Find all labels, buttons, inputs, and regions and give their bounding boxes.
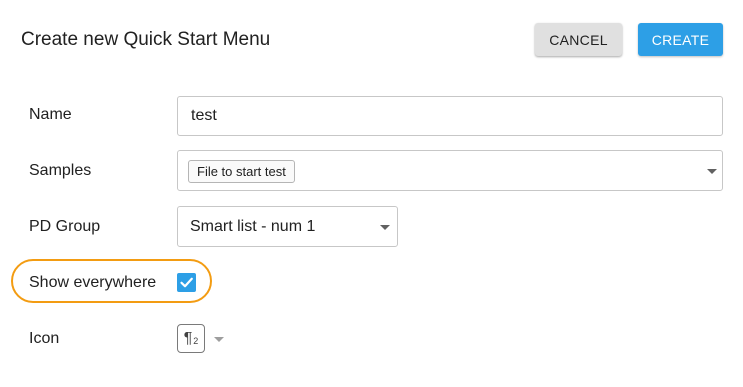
samples-multiselect[interactable]: File to start test [177,150,723,191]
show-everywhere-checkbox[interactable] [177,273,196,292]
show-everywhere-label: Show everywhere [29,274,157,291]
chevron-down-icon[interactable] [380,225,390,230]
dialog-title: Create new Quick Start Menu [21,29,271,50]
pilcrow-icon[interactable]: ¶ 2 [177,324,205,353]
cancel-button[interactable]: CANCEL [535,23,622,56]
name-label: Name [29,106,72,123]
icon-glyph-subscript: 2 [193,335,199,346]
icon-label: Icon [29,330,60,347]
pd-group-select[interactable]: Smart list - num 1 [177,206,398,247]
create-button[interactable]: CREATE [638,23,723,56]
icon-glyph: ¶ [183,329,193,347]
pd-group-value: Smart list - num 1 [190,218,316,235]
pd-group-label: PD Group [29,218,101,235]
checkmark-icon [180,277,193,288]
chevron-down-icon[interactable] [707,169,717,174]
chevron-down-icon[interactable] [214,337,224,342]
name-input[interactable]: test [177,96,723,136]
sample-chip[interactable]: File to start test [188,160,295,183]
samples-label: Samples [29,162,92,179]
